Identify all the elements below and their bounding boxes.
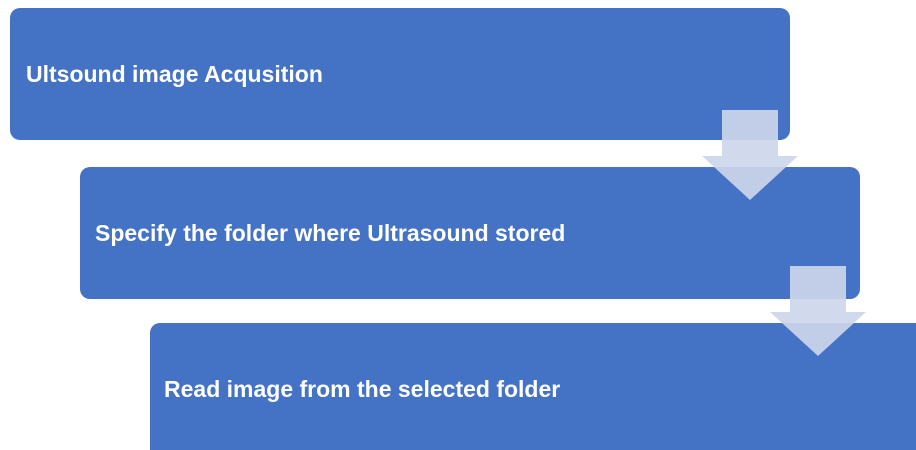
step-label-acquisition: Ultsound image Acqusition [26,60,323,87]
process-flow-diagram: Ultsound image Acqusition Specify the fo… [0,0,916,450]
step-label-read-image: Read image from the selected folder [164,375,561,402]
down-arrow-icon [770,266,866,356]
step-box-acquisition: Ultsound image Acqusition [10,8,790,140]
down-arrow-icon [702,110,798,200]
step-label-specify-folder: Specify the folder where Ultrasound stor… [95,219,566,246]
